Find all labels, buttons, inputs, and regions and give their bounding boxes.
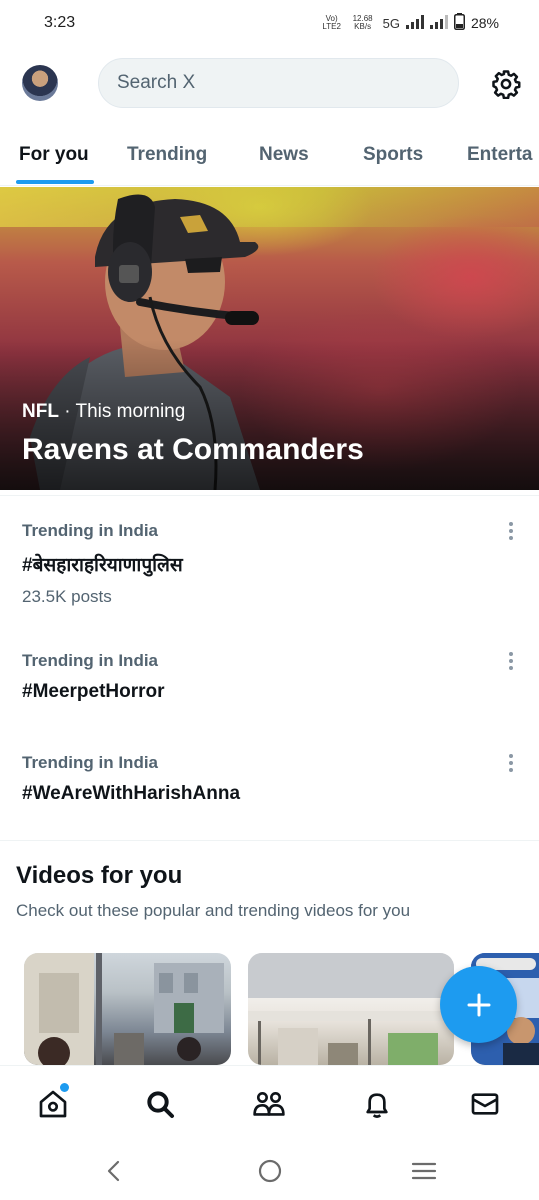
signal-icon-2 xyxy=(429,14,448,32)
trend-item[interactable]: Trending in India #बेसहाराहरियाणापुलिस 2… xyxy=(0,505,539,625)
network-type: 5G xyxy=(382,15,400,31)
tab-trending[interactable]: Trending xyxy=(127,144,207,166)
avatar[interactable] xyxy=(22,65,58,101)
hero-title: Ravens at Commanders xyxy=(22,433,364,466)
search-input[interactable]: Search X xyxy=(98,58,459,108)
trend-name: #बेसहाराहरियाणापुलिस xyxy=(22,555,183,576)
home-icon xyxy=(39,1090,67,1118)
tab-for-you[interactable]: For you xyxy=(19,144,89,166)
nav-communities[interactable] xyxy=(251,1086,287,1122)
bell-icon xyxy=(366,1093,388,1118)
home-button-icon[interactable] xyxy=(256,1158,284,1184)
search-icon xyxy=(147,1091,174,1118)
status-indicators: Vo) LTE2 12.68 KB/s 5G 28% xyxy=(321,13,499,33)
more-options-icon[interactable] xyxy=(500,650,522,672)
trend-context: Trending in India xyxy=(22,651,158,670)
nav-search[interactable] xyxy=(142,1086,178,1122)
gear-icon[interactable] xyxy=(489,67,523,101)
trend-context: Trending in India xyxy=(22,521,158,540)
more-options-icon[interactable] xyxy=(500,520,522,542)
hero-card[interactable]: NFL · This morning Ravens at Commanders xyxy=(0,187,539,490)
battery-icon xyxy=(453,13,465,33)
header: Search X xyxy=(0,56,539,110)
hero-divider xyxy=(0,495,539,496)
bottom-navigation xyxy=(0,1065,539,1140)
trend-context: Trending in India xyxy=(22,753,158,772)
status-bar: 3:23 Vo) LTE2 12.68 KB/s 5G 28% xyxy=(0,0,539,46)
more-options-icon[interactable] xyxy=(500,752,522,774)
trend-item[interactable]: Trending in India #MeerpetHorror xyxy=(0,635,539,730)
tab-entertainment[interactable]: Enterta xyxy=(467,144,532,166)
status-time: 3:23 xyxy=(44,14,76,31)
hero-time: · This morning xyxy=(58,401,186,422)
signal-icon xyxy=(405,14,424,32)
tab-sports[interactable]: Sports xyxy=(363,144,423,166)
system-navigation xyxy=(0,1140,539,1200)
trend-name: #WeAreWithHarishAnna xyxy=(22,783,241,804)
plus-icon xyxy=(467,993,490,1016)
back-icon[interactable] xyxy=(100,1158,128,1184)
video-thumbnail-image xyxy=(24,953,224,1065)
video-thumbnail[interactable] xyxy=(24,953,231,1065)
nav-messages[interactable] xyxy=(467,1086,503,1122)
tabs-divider xyxy=(0,185,539,186)
videos-section-title: Videos for you xyxy=(16,862,183,889)
search-placeholder: Search X xyxy=(117,72,196,93)
compose-button[interactable] xyxy=(440,966,517,1043)
explore-tabs: For you Trending News Sports Enterta xyxy=(0,134,539,186)
battery-percent: 28% xyxy=(470,15,499,31)
trend-name: #MeerpetHorror xyxy=(22,681,165,702)
video-thumbnail-image xyxy=(248,953,454,1065)
trend-item[interactable]: Trending in India #WeAreWithHarishAnna xyxy=(0,737,539,832)
section-divider xyxy=(0,840,539,841)
recent-apps-icon[interactable] xyxy=(410,1158,438,1184)
videos-section-subtitle: Check out these popular and trending vid… xyxy=(16,901,411,920)
trend-post-count: 23.5K posts xyxy=(22,587,112,606)
video-thumbnail[interactable] xyxy=(248,953,454,1065)
nav-notifications[interactable] xyxy=(359,1086,395,1122)
hero-meta: NFL · This morning xyxy=(22,401,185,423)
people-icon xyxy=(253,1091,285,1116)
envelope-icon xyxy=(471,1093,499,1115)
notification-dot xyxy=(60,1083,69,1092)
tab-news[interactable]: News xyxy=(259,144,309,166)
network-speed: 12.68 KB/s xyxy=(352,14,373,31)
active-tab-indicator xyxy=(16,180,94,184)
hero-source: NFL xyxy=(22,401,59,422)
network-label: Vo) LTE2 xyxy=(322,14,341,31)
